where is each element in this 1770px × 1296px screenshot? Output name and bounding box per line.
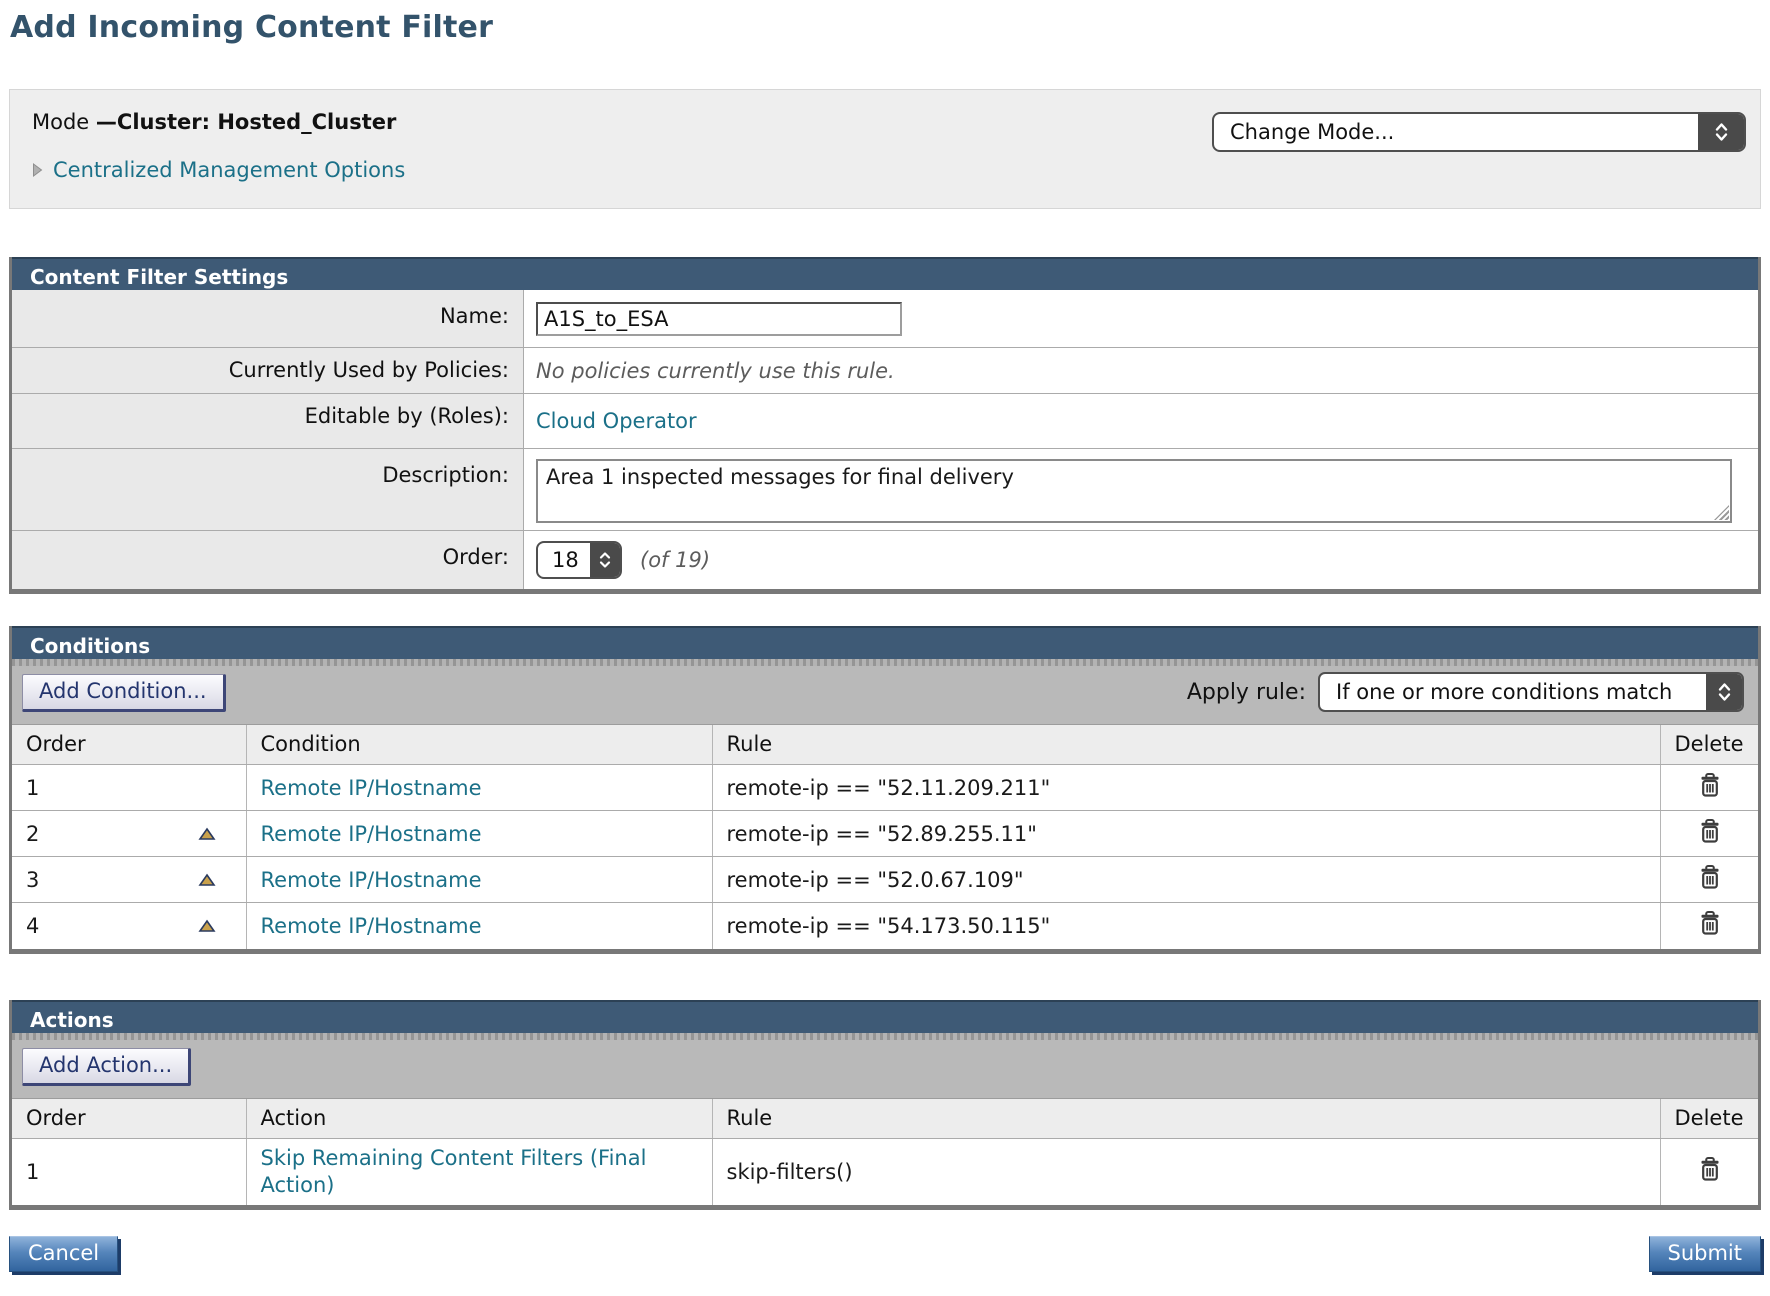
action-row: 1 Skip Remaining Content Filters (Final … — [12, 1138, 1758, 1205]
add-action-button[interactable]: Add Action... — [22, 1048, 191, 1086]
condition-link[interactable]: Remote IP/Hostname — [261, 822, 482, 846]
column-header-delete: Delete — [1660, 725, 1758, 765]
condition-row: 4 Remote IP/Hostname remote-ip == "54.17… — [12, 903, 1758, 949]
toolbar-texture — [12, 659, 1758, 666]
condition-order: 1 — [26, 776, 39, 800]
column-header-delete: Delete — [1660, 1099, 1758, 1139]
mode-value: —Cluster: Hosted_Cluster — [96, 110, 396, 134]
order-row: Order: 18 (of 19) — [12, 531, 1758, 589]
order-total-note: (of 19) — [640, 548, 710, 572]
change-mode-select[interactable]: Change Mode... — [1212, 112, 1746, 152]
disclosure-triangle-icon — [32, 162, 43, 178]
delete-trash-icon[interactable] — [1698, 910, 1722, 936]
roles-row: Editable by (Roles): Cloud Operator — [12, 394, 1758, 449]
name-input[interactable] — [536, 302, 902, 336]
mode-box: Mode —Cluster: Hosted_Cluster Change Mod… — [9, 89, 1761, 209]
actions-header-row: Order Action Rule Delete — [12, 1099, 1758, 1139]
move-up-icon[interactable] — [198, 827, 216, 841]
conditions-panel: Conditions Add Condition... Apply rule: … — [9, 626, 1761, 954]
centralized-management-options-link: Centralized Management Options — [53, 158, 405, 182]
condition-order: 3 — [26, 868, 39, 892]
mode-label: Mode — [32, 110, 89, 134]
apply-rule-selected-value: If one or more conditions match — [1320, 680, 1672, 704]
description-text: Area 1 inspected messages for final deli… — [546, 465, 1014, 489]
settings-panel-header: Content Filter Settings — [12, 257, 1758, 290]
column-header-condition: Condition — [246, 725, 712, 765]
select-stepper-icon — [1698, 114, 1744, 150]
condition-rule: remote-ip == "52.0.67.109" — [727, 868, 1024, 892]
actions-panel-header: Actions — [12, 1000, 1758, 1033]
content-filter-settings-panel: Content Filter Settings Name: Currently … — [9, 257, 1761, 594]
page-title: Add Incoming Content Filter — [10, 10, 1770, 45]
footer: Cancel Submit — [9, 1236, 1761, 1272]
select-stepper-icon — [590, 543, 620, 577]
change-mode-selected-value: Change Mode... — [1214, 120, 1394, 144]
page: Add Incoming Content Filter Mode —Cluste… — [0, 10, 1770, 1272]
condition-link[interactable]: Remote IP/Hostname — [261, 914, 482, 938]
condition-row: 1 Remote IP/Hostname remote-ip == "52.11… — [12, 765, 1758, 811]
toolbar-texture — [12, 1033, 1758, 1040]
actions-toolbar: Add Action... — [12, 1033, 1758, 1099]
order-label: Order: — [12, 531, 524, 589]
condition-link[interactable]: Remote IP/Hostname — [261, 776, 482, 800]
apply-rule-select[interactable]: If one or more conditions match — [1318, 672, 1744, 712]
column-header-action: Action — [246, 1099, 712, 1139]
description-label: Description: — [12, 449, 524, 530]
policies-value: No policies currently use this rule. — [536, 359, 895, 383]
condition-rule: remote-ip == "52.11.209.211" — [727, 776, 1051, 800]
conditions-table: Order Condition Rule Delete 1 Remote IP/… — [12, 725, 1758, 949]
condition-rule: remote-ip == "54.173.50.115" — [727, 914, 1051, 938]
column-header-order: Order — [12, 1099, 246, 1139]
delete-trash-icon[interactable] — [1698, 864, 1722, 890]
cloud-operator-link[interactable]: Cloud Operator — [536, 409, 697, 433]
name-label: Name: — [12, 290, 524, 347]
move-up-icon[interactable] — [198, 919, 216, 933]
add-condition-button[interactable]: Add Condition... — [22, 674, 226, 712]
apply-rule-label: Apply rule: — [1187, 680, 1306, 705]
centralized-management-options-toggle[interactable]: Centralized Management Options — [32, 158, 1744, 182]
description-row: Description: Area 1 inspected messages f… — [12, 449, 1758, 531]
order-selected-value: 18 — [538, 548, 579, 572]
action-rule: skip-filters() — [727, 1160, 853, 1184]
delete-trash-icon[interactable] — [1698, 772, 1722, 798]
action-link[interactable]: Skip Remaining Content Filters (Final Ac… — [261, 1146, 647, 1197]
name-row: Name: — [12, 290, 1758, 348]
column-header-order: Order — [12, 725, 246, 765]
condition-order: 2 — [26, 822, 39, 846]
actions-table: Order Action Rule Delete 1 Skip Remainin… — [12, 1099, 1758, 1206]
condition-row: 2 Remote IP/Hostname remote-ip == "52.89… — [12, 811, 1758, 857]
cancel-button[interactable]: Cancel — [9, 1236, 118, 1272]
move-up-icon[interactable] — [198, 873, 216, 887]
condition-rule: remote-ip == "52.89.255.11" — [727, 822, 1037, 846]
conditions-header-row: Order Condition Rule Delete — [12, 725, 1758, 765]
column-header-rule: Rule — [712, 1099, 1660, 1139]
delete-trash-icon[interactable] — [1698, 1156, 1722, 1182]
roles-label: Editable by (Roles): — [12, 394, 524, 448]
column-header-rule: Rule — [712, 725, 1660, 765]
policies-row: Currently Used by Policies: No policies … — [12, 348, 1758, 394]
policies-label: Currently Used by Policies: — [12, 348, 524, 393]
condition-order: 4 — [26, 914, 39, 938]
order-select[interactable]: 18 — [536, 541, 622, 579]
conditions-panel-header: Conditions — [12, 626, 1758, 659]
submit-button[interactable]: Submit — [1649, 1236, 1762, 1272]
description-textarea[interactable]: Area 1 inspected messages for final deli… — [536, 459, 1732, 523]
resize-handle-icon[interactable] — [1714, 505, 1729, 520]
action-order: 1 — [26, 1160, 39, 1184]
condition-row: 3 Remote IP/Hostname remote-ip == "52.0.… — [12, 857, 1758, 903]
condition-link[interactable]: Remote IP/Hostname — [261, 868, 482, 892]
actions-panel: Actions Add Action... Order Action Rule … — [9, 1000, 1761, 1211]
conditions-toolbar: Add Condition... Apply rule: If one or m… — [12, 659, 1758, 725]
delete-trash-icon[interactable] — [1698, 818, 1722, 844]
select-stepper-icon — [1706, 674, 1742, 710]
